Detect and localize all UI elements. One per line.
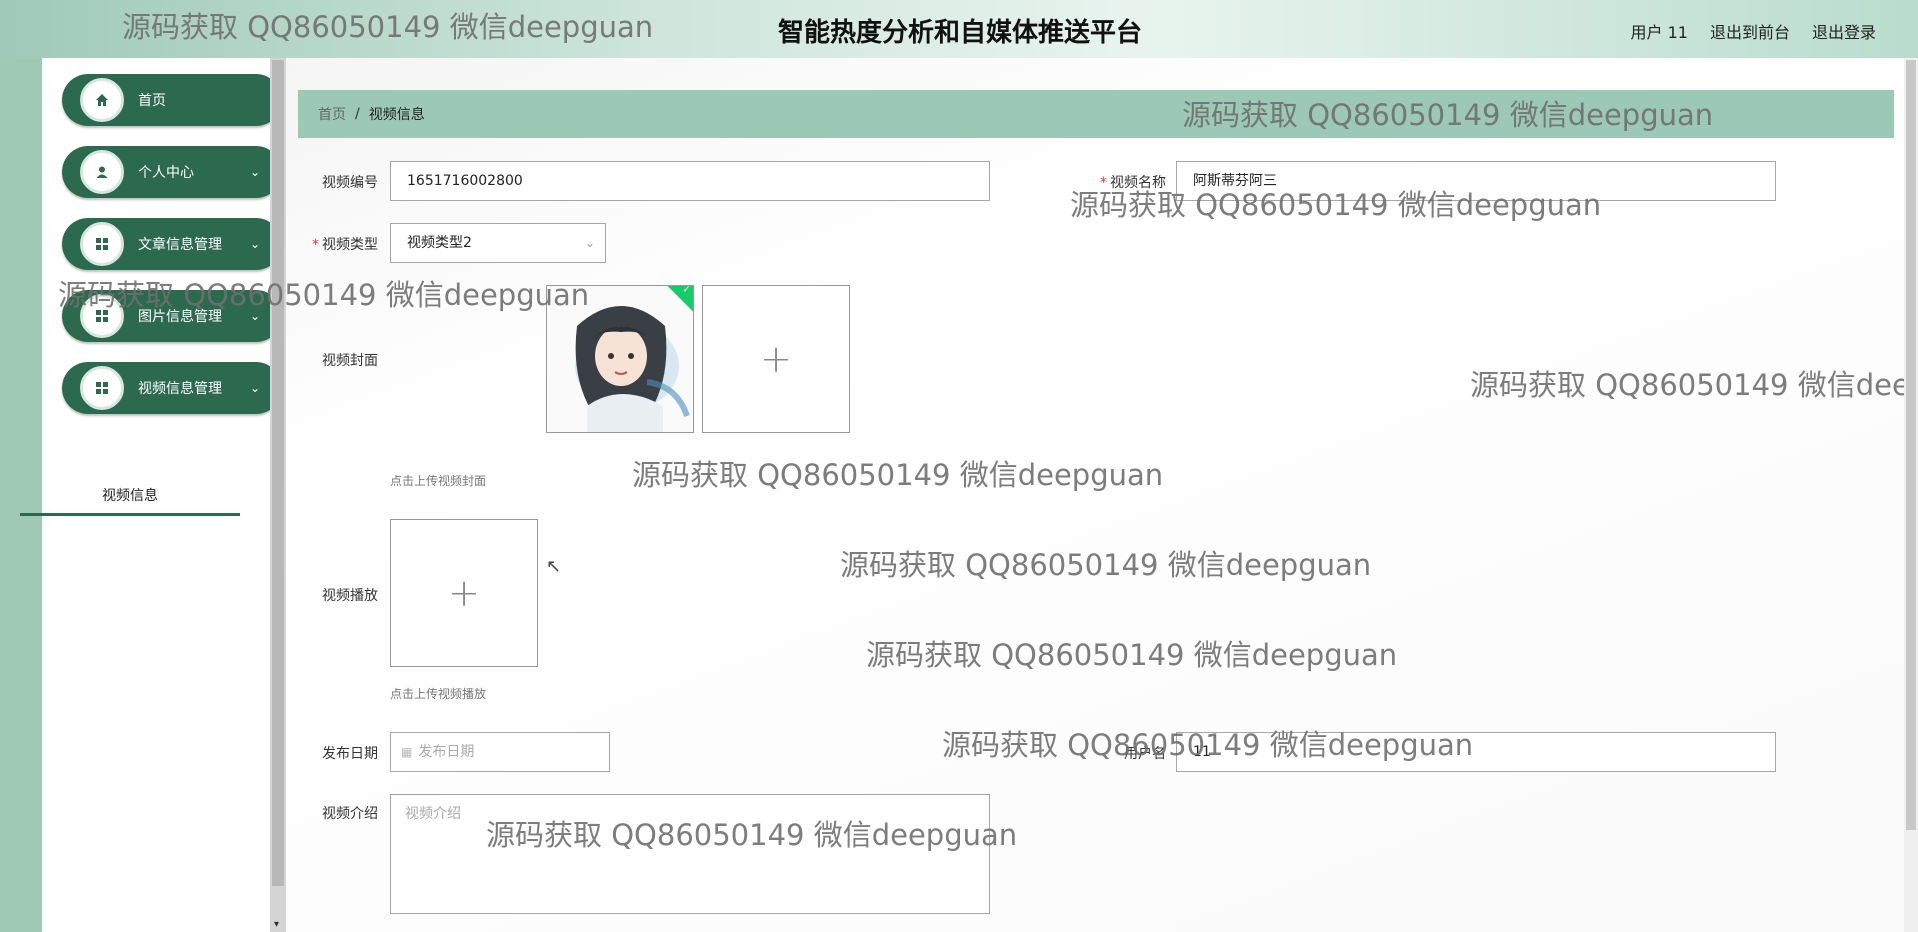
menu-item-home[interactable]: 首页	[62, 74, 282, 126]
video-type-label: * 视频类型	[300, 234, 378, 254]
video-play-label: 视频播放	[322, 588, 378, 604]
video-cover-label: 视频封面	[322, 353, 378, 369]
breadcrumb-separator: /	[355, 106, 360, 122]
publish-date-label: 发布日期	[322, 746, 378, 762]
mouse-cursor-icon: ↖	[546, 556, 562, 577]
cover-upload-hint: 点击上传视频封面	[390, 474, 487, 488]
calendar-icon: ▦	[401, 745, 413, 759]
grid-icon	[80, 366, 124, 410]
video-type-label-text: 视频类型	[322, 237, 378, 253]
intro-textarea[interactable]: 视频介绍	[390, 794, 990, 914]
site-title: 智能热度分析和自媒体推送平台	[777, 18, 1142, 48]
video-upload-button[interactable]: +	[390, 519, 538, 667]
user-label[interactable]: 用户 11	[1631, 19, 1688, 43]
chevron-down-icon: ⌄	[584, 236, 595, 250]
home-icon	[80, 78, 124, 122]
breadcrumb-home[interactable]: 首页	[318, 104, 346, 124]
menu-item-label: 图片信息管理	[138, 309, 222, 325]
plus-icon: +	[448, 571, 480, 615]
check-icon: ✓	[682, 285, 691, 296]
video-id-input[interactable]: 1651716002800	[390, 161, 990, 201]
scrollbar-thumb[interactable]	[1906, 60, 1916, 830]
video-name-label-text: 视频名称	[1110, 175, 1166, 191]
username-input[interactable]: 11	[1176, 732, 1776, 772]
username-label: 用户名	[1124, 746, 1166, 762]
menu-item-image-management[interactable]: 图片信息管理 ⌄	[62, 290, 282, 342]
required-mark: *	[1100, 175, 1107, 191]
publish-date-placeholder: 发布日期	[418, 744, 475, 760]
chevron-down-icon: ⌄	[249, 165, 260, 179]
header-links: 用户 11 退出到前台 退出登录	[1631, 19, 1876, 43]
required-mark: *	[312, 237, 319, 253]
menu-item-label: 文章信息管理	[138, 237, 222, 253]
video-name-input[interactable]: 阿斯蒂芬阿三	[1176, 161, 1776, 201]
chevron-down-icon: ⌄	[249, 309, 260, 323]
back-to-front-link[interactable]: 退出到前台	[1710, 19, 1790, 43]
breadcrumb: 首页 / 视频信息	[298, 90, 1894, 138]
user-icon	[80, 150, 124, 194]
video-type-selected: 视频类型2	[407, 235, 472, 251]
menu-item-label: 个人中心	[138, 165, 194, 181]
video-id-label: 视频编号	[322, 175, 378, 191]
intro-label: 视频介绍	[322, 806, 378, 822]
cover-upload-button[interactable]: +	[702, 285, 850, 433]
page-scrollbar[interactable]	[1904, 58, 1918, 932]
top-header: 智能热度分析和自媒体推送平台 用户 11 退出到前台 退出登录	[0, 0, 1918, 58]
chevron-down-icon: ⌄	[249, 381, 260, 395]
menu-item-article-management[interactable]: 文章信息管理 ⌄	[62, 218, 282, 270]
grid-icon	[80, 294, 124, 338]
scroll-down-arrow-icon[interactable]: ▾	[274, 919, 279, 930]
submenu-item-video-info[interactable]: 视频信息	[20, 478, 240, 516]
menu-item-video-management[interactable]: 视频信息管理 ⌄	[62, 362, 282, 414]
menu-item-profile[interactable]: 个人中心 ⌄	[62, 146, 282, 198]
video-type-select[interactable]: 视频类型2 ⌄	[390, 223, 606, 263]
sidebar-scrollbar[interactable]: ▾	[270, 58, 286, 932]
video-name-label: * 视频名称	[1080, 172, 1166, 192]
video-upload-hint: 点击上传视频播放	[390, 687, 487, 701]
plus-icon: +	[760, 337, 792, 381]
cover-image	[547, 286, 693, 432]
chevron-down-icon: ⌄	[249, 237, 260, 251]
scrollbar-thumb[interactable]	[272, 60, 284, 886]
publish-date-picker[interactable]: ▦ 发布日期	[390, 732, 610, 772]
logout-link[interactable]: 退出登录	[1812, 19, 1876, 43]
sidebar: 首页 个人中心 ⌄ 文章信息管理 ⌄ 图片信息管理 ⌄ 视频信息管理 ⌄ 视频信…	[20, 58, 282, 932]
cover-thumbnail[interactable]: ✓	[546, 285, 694, 433]
menu-item-label: 视频信息管理	[138, 381, 222, 397]
grid-icon	[80, 222, 124, 266]
breadcrumb-current: 视频信息	[368, 107, 425, 123]
menu-item-label: 首页	[138, 93, 166, 109]
